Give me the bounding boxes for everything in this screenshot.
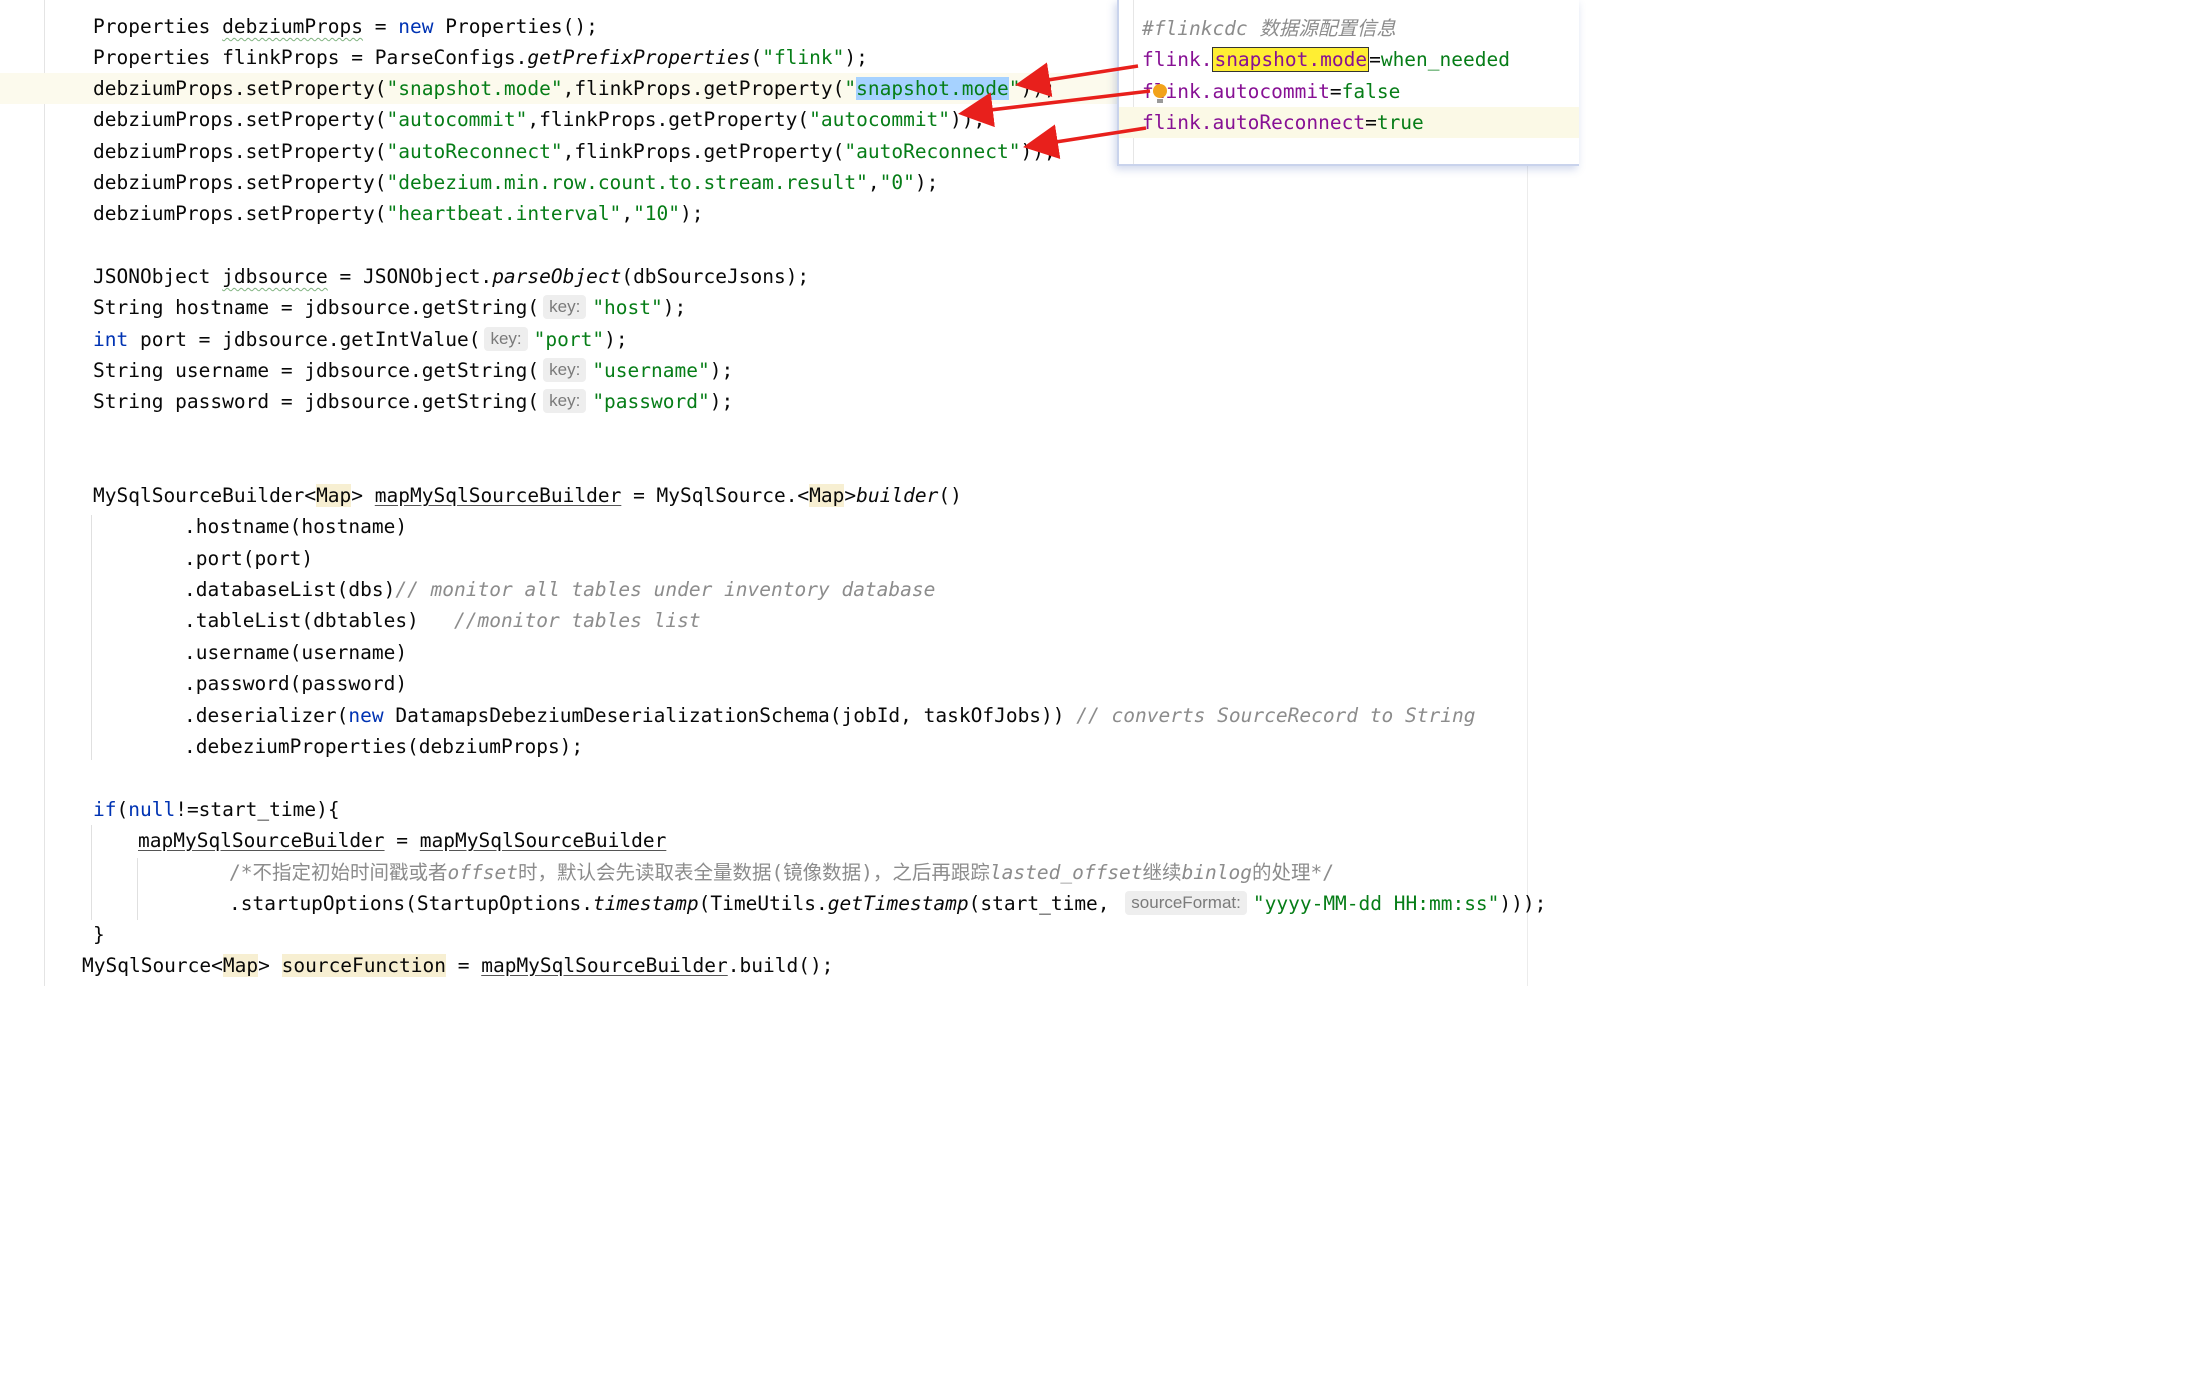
code-line-24[interactable]: /*不指定初始时间戳或者offset时，默认会先读取表全量数据(镜像数据)，之后… [229, 857, 1334, 888]
popup-line-snapshot-mode[interactable]: flink. snapshot.mode =when_needed [1119, 44, 1579, 75]
code-line-26[interactable]: } [93, 919, 105, 950]
code-line-14[interactable]: .hostname(hostname) [184, 511, 407, 542]
code-line-6[interactable]: debziumProps.setProperty("debezium.min.r… [93, 167, 938, 198]
lightbulb-icon[interactable] [1153, 84, 1167, 98]
search-match-highlight: snapshot.mode [1212, 47, 1370, 72]
code-line-9[interactable]: String hostname = jdbsource.getString(ke… [93, 292, 686, 323]
code-line-18[interactable]: .username(username) [184, 637, 407, 668]
code-line-19[interactable]: .password(password) [184, 668, 407, 699]
code-line-25[interactable]: .startupOptions(StartupOptions.timestamp… [229, 888, 1546, 919]
indent-guide [91, 825, 92, 920]
indent-guide [91, 515, 92, 760]
selected-text[interactable]: snapshot.mode [856, 77, 1009, 100]
code-line-20[interactable]: .deserializer(new DatamapsDebeziumDeseri… [184, 700, 1475, 731]
code-line-10[interactable]: int port = jdbsource.getIntValue(key: "po… [93, 324, 628, 355]
code-line-11[interactable]: String username = jdbsource.getString(ke… [93, 355, 733, 386]
code-line-8[interactable]: JSONObject jdbsource = JSONObject.parseO… [93, 261, 809, 292]
code-line-5[interactable]: debziumProps.setProperty("autoReconnect"… [93, 136, 1056, 167]
code-line-15[interactable]: .port(port) [184, 543, 313, 574]
parameter-hint: key: [484, 326, 528, 351]
parameter-hint: key: [543, 294, 587, 319]
gutter-divider [44, 0, 45, 986]
code-line-12[interactable]: String password = jdbsource.getString(ke… [93, 386, 733, 417]
properties-file-popup[interactable]: #flinkcdc 数据源配置信息 flink. snapshot.mode =wh… [1117, 0, 1579, 166]
indent-guide [137, 858, 138, 920]
code-line-13[interactable]: MySqlSourceBuilder<Map> mapMySqlSourceBu… [93, 480, 962, 511]
code-line-27[interactable]: MySqlSource<Map> sourceFunction = mapMyS… [82, 950, 833, 981]
code-line-16[interactable]: .databaseList(dbs)// monitor all tables … [184, 574, 935, 605]
parameter-hint: key: [543, 388, 587, 413]
popup-line-autocommit[interactable]: flink.autocommit=false [1119, 76, 1579, 107]
code-line-7[interactable]: debziumProps.setProperty("heartbeat.inte… [93, 198, 704, 229]
popup-line-autoreconnect[interactable]: flink.autoReconnect=true [1119, 107, 1579, 138]
code-line-4[interactable]: debziumProps.setProperty("autocommit",fl… [93, 104, 985, 135]
code-line-22[interactable]: if(null!=start_time){ [93, 794, 340, 825]
code-line-21[interactable]: .debeziumProperties(debziumProps); [184, 731, 583, 762]
code-line-2[interactable]: Properties flinkProps = ParseConfigs.get… [93, 42, 868, 73]
code-line-1[interactable]: Properties debziumProps = new Properties… [93, 11, 598, 42]
popup-line-comment: #flinkcdc 数据源配置信息 [1142, 17, 1396, 40]
lightbulb-base [1157, 99, 1163, 103]
parameter-hint: sourceFormat: [1125, 890, 1247, 915]
code-line-17[interactable]: .tableList(dbtables) //monitor tables li… [184, 605, 701, 636]
parameter-hint: key: [543, 357, 587, 382]
code-line-23[interactable]: mapMySqlSourceBuilder = mapMySqlSourceBu… [138, 825, 666, 856]
